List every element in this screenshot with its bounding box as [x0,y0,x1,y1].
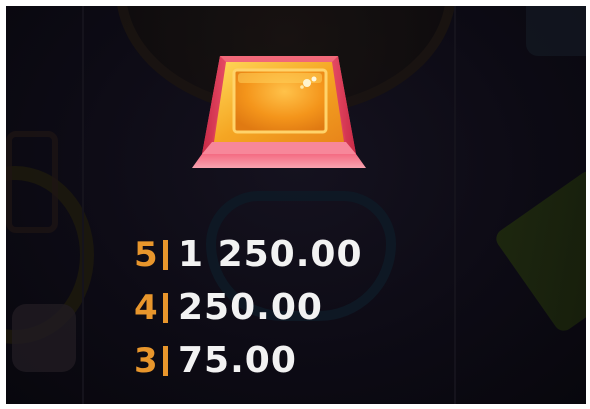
payout-table: 5 1 250.00 4 250.00 3 75.00 [134,228,363,387]
symbol-count: 4 [134,287,158,328]
payout-amount: 1 250.00 [178,233,363,275]
background-corner-decoration [526,6,586,56]
symbol-count: 3 [134,340,158,381]
background-ring-decoration [6,166,94,344]
background-letter-decoration [12,304,76,372]
paytable-panel: 5 1 250.00 4 250.00 3 75.00 [6,6,586,404]
payout-amount: 75.00 [178,339,297,381]
payout-row: 4 250.00 [134,281,363,334]
separator-bar [163,292,168,323]
screen: 5 1 250.00 4 250.00 3 75.00 [0,0,590,409]
separator-bar [163,345,168,376]
symbol-count: 5 [134,234,158,275]
gold-gem-block-icon [192,56,366,168]
payout-amount: 250.00 [178,286,323,328]
background-card-decoration [6,131,58,233]
reel-divider-left [82,6,84,404]
background-green-gem-decoration [492,167,586,335]
reel-divider-right [454,6,456,404]
separator-bar [163,239,168,270]
payout-row: 3 75.00 [134,334,363,387]
payout-row: 5 1 250.00 [134,228,363,281]
